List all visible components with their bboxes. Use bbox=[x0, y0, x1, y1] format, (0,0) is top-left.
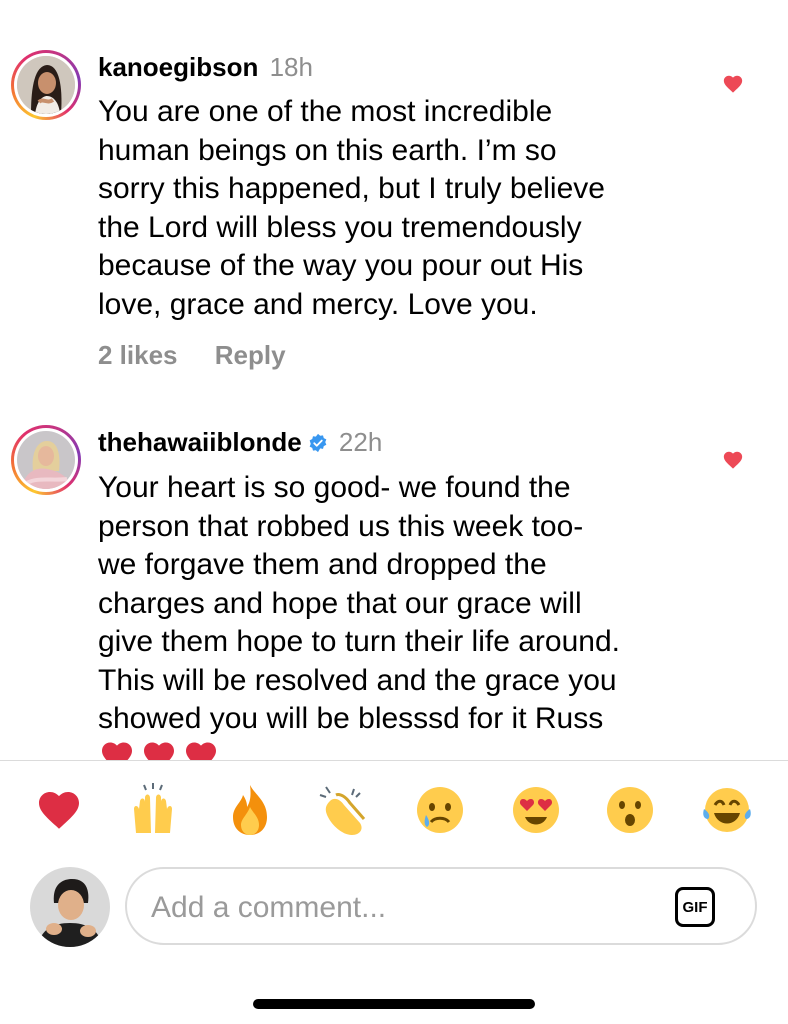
comment-composer: GIF bbox=[125, 867, 757, 945]
gif-icon[interactable]: GIF bbox=[675, 887, 715, 927]
comment-username[interactable]: kanoegibson bbox=[98, 52, 258, 82]
comment-input[interactable] bbox=[149, 885, 653, 931]
avatar-story-ring[interactable] bbox=[11, 425, 81, 495]
likes-count[interactable]: 2 likes bbox=[98, 340, 178, 370]
comment-username[interactable]: thehawaiiblonde bbox=[98, 427, 302, 457]
home-indicator[interactable] bbox=[253, 999, 535, 1009]
emoji-button-surprised[interactable]: 😮 bbox=[600, 780, 660, 840]
comment-trailing-emoji: ❤️❤️❤️ bbox=[98, 738, 224, 760]
emoji-button-heart-eyes[interactable]: 😍 bbox=[506, 780, 566, 840]
emoji-quick-bar: ❤️ 🙌 🔥 👏 😢 bbox=[0, 780, 788, 844]
comment-text: You are one of the most incredible human… bbox=[98, 95, 605, 321]
comment-text: Your heart is so good- we found the pers… bbox=[98, 471, 620, 735]
comment-timestamp: 22h bbox=[338, 427, 383, 457]
reply-button[interactable]: Reply bbox=[215, 340, 286, 370]
heart-icon[interactable] bbox=[722, 73, 744, 95]
emoji-button-heart[interactable]: ❤️ bbox=[29, 780, 89, 840]
avatar bbox=[17, 56, 75, 114]
red-heart-emoji-icon bbox=[186, 742, 216, 760]
divider bbox=[0, 760, 788, 761]
emoji-button-clap[interactable]: 👏 bbox=[313, 780, 373, 840]
avatar bbox=[17, 431, 75, 489]
heart-icon[interactable] bbox=[722, 449, 744, 471]
comments-screen: kanoegibson 18h You are one of the most … bbox=[0, 0, 788, 1024]
red-heart-emoji-icon bbox=[102, 742, 132, 760]
red-heart-emoji-icon bbox=[144, 742, 174, 760]
emoji-button-tears-of-joy[interactable]: 😂 bbox=[697, 780, 757, 840]
emoji-button-fire[interactable]: 🔥 bbox=[220, 780, 280, 840]
verified-badge-icon bbox=[309, 433, 327, 453]
emoji-button-crying[interactable]: 😢 bbox=[410, 780, 470, 840]
comment-timestamp: 18h bbox=[269, 52, 313, 82]
emoji-button-raised-hands[interactable]: 🙌 bbox=[123, 780, 183, 840]
current-user-avatar[interactable] bbox=[30, 867, 110, 947]
avatar-story-ring[interactable] bbox=[11, 50, 81, 120]
